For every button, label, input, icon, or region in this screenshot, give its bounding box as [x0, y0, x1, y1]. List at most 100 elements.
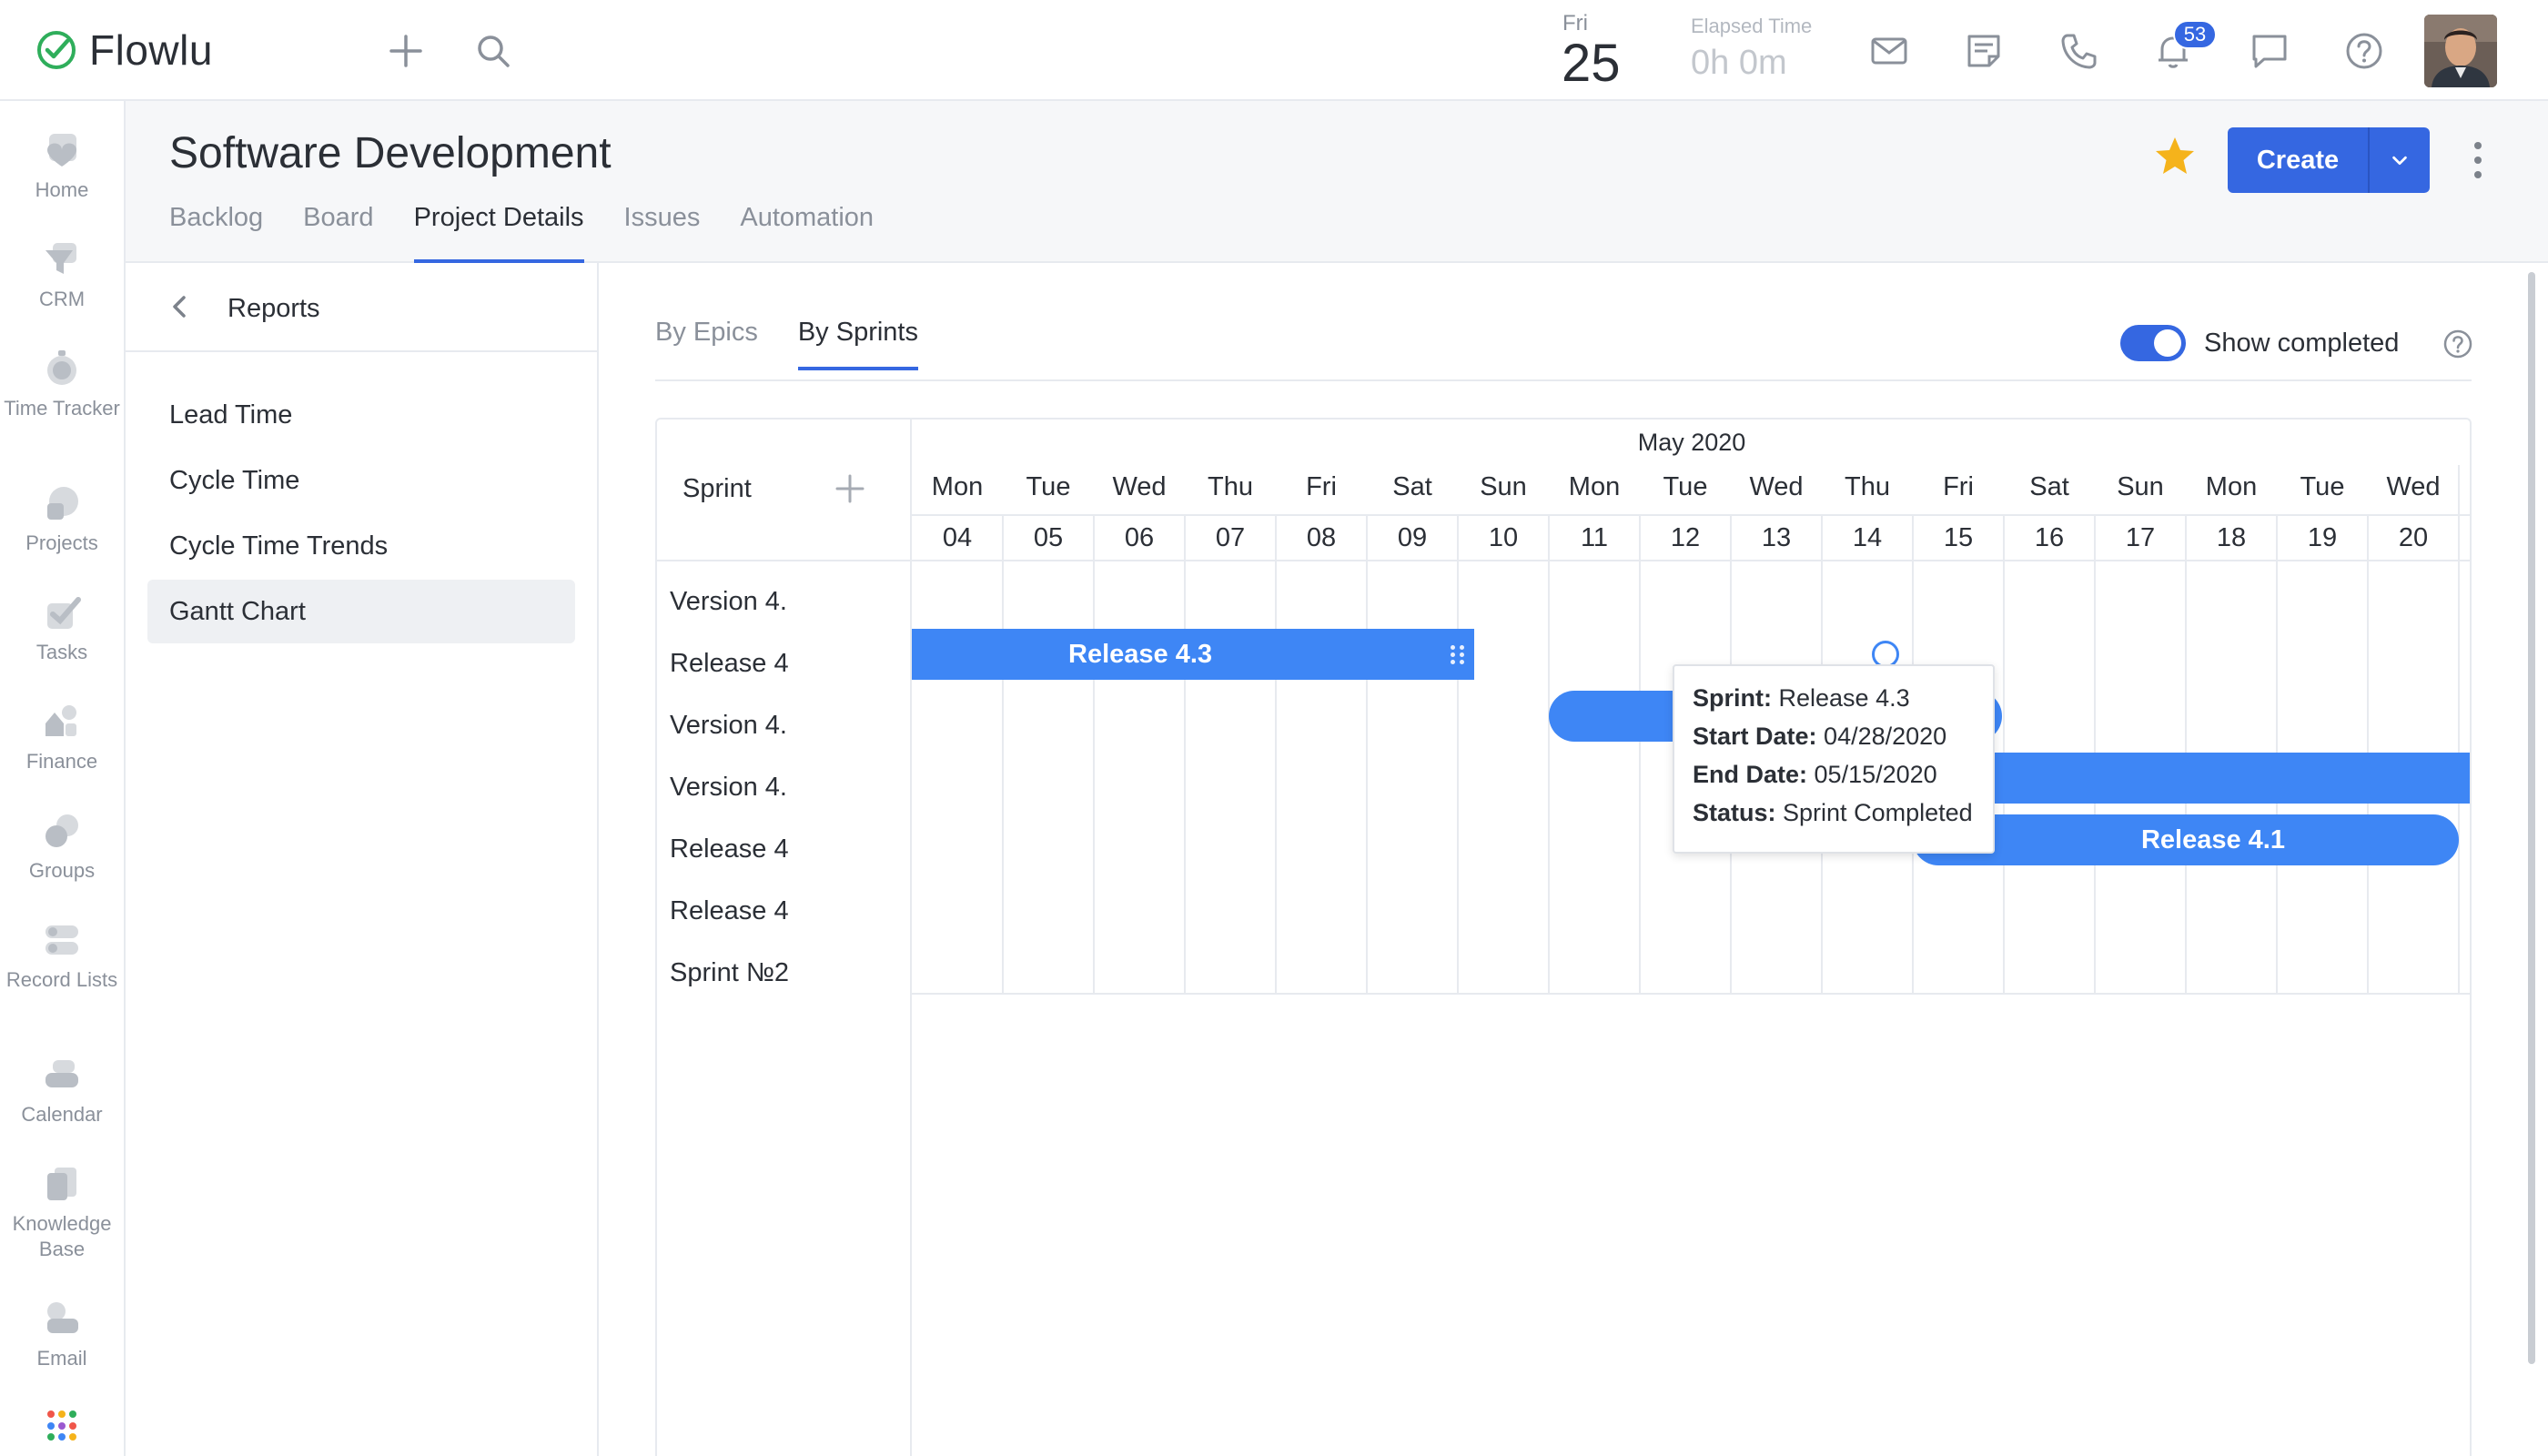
reports-header: Reports	[126, 263, 597, 352]
report-cycle-time-trends[interactable]: Cycle Time Trends	[147, 514, 575, 578]
gantt-bar-version-b[interactable]	[1913, 753, 2470, 804]
nav-item-home[interactable]: Home	[0, 128, 124, 203]
sprint-column: Sprint Version 4. Release 4 Version 4. V…	[657, 420, 912, 1456]
day-number: 19	[2307, 523, 2338, 552]
grid-line	[1457, 560, 1459, 995]
tab-by-sprints[interactable]: By Sprints	[797, 318, 919, 370]
user-photo-icon	[2424, 15, 2497, 87]
day-name: Mon	[931, 472, 984, 501]
tooltip-status-value: Sprint Completed	[1783, 799, 1973, 826]
finance-icon	[46, 705, 76, 736]
grid-bottom-line	[912, 993, 2470, 995]
elapsed-time-label: Elapsed Time	[1691, 15, 1813, 37]
tab-automation[interactable]: Automation	[740, 203, 874, 263]
day-name: Wed	[2386, 472, 2441, 501]
tooltip-start-value: 04/28/2020	[1824, 723, 1947, 750]
report-gantt-chart[interactable]: Gantt Chart	[147, 580, 575, 643]
show-completed-label: Show completed	[2204, 329, 2400, 358]
gantt-bar-release-4-3[interactable]: Release 4.3	[912, 629, 1474, 680]
sprint-header-label: Sprint	[682, 474, 752, 503]
phone-icon	[2061, 34, 2097, 69]
drag-handle-icon[interactable]	[1451, 638, 1465, 671]
help-icon[interactable]	[2442, 329, 2473, 359]
gantt-bar-release-4-1[interactable]: Release 4.1	[1913, 814, 2459, 865]
tooltip-start-key: Start Date:	[1693, 723, 1817, 750]
day-name: Tue	[1663, 472, 1708, 501]
chevron-left-icon[interactable]	[164, 290, 197, 323]
elapsed-time-value[interactable]: 0h 0m	[1691, 44, 1787, 83]
day-name: Thu	[1208, 472, 1253, 501]
knowledge-base-icon	[47, 1168, 76, 1200]
search-icon	[478, 35, 510, 67]
sprint-row-label[interactable]: Version 4.	[670, 711, 797, 747]
tab-by-epics[interactable]: By Epics	[655, 318, 758, 370]
nav-item-finance[interactable]: Finance	[0, 700, 124, 774]
nav-item-calendar[interactable]: Calendar	[0, 1053, 124, 1127]
nav-item-tasks[interactable]: Tasks	[0, 591, 124, 665]
create-button[interactable]: Create	[2228, 127, 2368, 193]
sprint-row-label[interactable]: Release 4	[670, 896, 797, 933]
more-options-button[interactable]	[2466, 138, 2490, 182]
day-number: 07	[1215, 523, 1246, 552]
tab-board[interactable]: Board	[303, 203, 373, 263]
day-number: 11	[1580, 523, 1609, 552]
chat-icon	[2252, 35, 2287, 68]
sprint-row-label[interactable]: Release 4	[670, 834, 797, 871]
sprint-row-label[interactable]: Sprint №2	[670, 958, 797, 995]
show-completed-toggle[interactable]	[2120, 325, 2186, 361]
notes-button[interactable]	[1964, 31, 2004, 71]
groups-icon	[46, 814, 78, 847]
chat-button[interactable]	[2250, 31, 2290, 71]
phone-button[interactable]	[2058, 31, 2098, 71]
nav-label: Tasks	[35, 641, 88, 663]
report-cycle-time[interactable]: Cycle Time	[147, 449, 575, 512]
day-name: Wed	[1749, 472, 1804, 501]
sprint-row-label[interactable]: Version 4.	[670, 773, 797, 809]
notes-icon	[1967, 35, 2000, 67]
brand-name: Flowlu	[89, 26, 213, 74]
search-button[interactable]	[473, 31, 513, 71]
day-name: Mon	[2205, 472, 2258, 501]
tab-issues[interactable]: Issues	[624, 203, 701, 263]
tooltip-end-key: End Date:	[1693, 761, 1808, 788]
logo[interactable]: Flowlu	[35, 26, 213, 74]
user-avatar[interactable]	[2424, 15, 2497, 87]
grid-line	[1275, 560, 1277, 995]
date-number[interactable]: 25	[1562, 33, 1621, 94]
nav-item-projects[interactable]: Projects	[0, 481, 124, 556]
nav-item-time-tracker[interactable]: Time Tracker	[0, 347, 124, 421]
tab-backlog[interactable]: Backlog	[169, 203, 263, 263]
sprint-row-label[interactable]: Version 4.	[670, 587, 797, 623]
favorite-button[interactable]	[2153, 135, 2197, 183]
tab-project-details[interactable]: Project Details	[413, 203, 584, 263]
day-name: Fri	[1306, 472, 1337, 501]
bar-label: Release 4.3	[1068, 639, 1213, 669]
nav-item-groups[interactable]: Groups	[0, 809, 124, 884]
day-number: 17	[2125, 523, 2156, 552]
gantt-timeline: Wed 20 Tue 19 Mon 18 Sun 17 Sat 16 Fri 15 Thu 14 Wed 13…	[912, 420, 2470, 1456]
day-number: 04	[942, 523, 973, 552]
day-number: 14	[1852, 523, 1883, 552]
day-name: Sun	[2117, 472, 2164, 501]
add-sprint-icon[interactable]	[832, 470, 868, 507]
vertical-scrollbar[interactable]	[2528, 272, 2535, 1364]
sprint-row-label[interactable]: Release 4	[670, 649, 797, 685]
create-dropdown-button[interactable]	[2368, 127, 2430, 193]
nav-item-knowledge-base[interactable]: Knowledge Base	[0, 1162, 124, 1262]
day-number: 09	[1397, 523, 1428, 552]
crm-icon	[46, 243, 76, 274]
day-number: 08	[1306, 523, 1337, 552]
nav-item-email[interactable]: Email	[0, 1297, 124, 1371]
nav-item-crm[interactable]: CRM	[0, 238, 124, 312]
nav-label: Home	[35, 178, 89, 201]
header-bottom-divider	[912, 560, 2470, 561]
nav-item-record-lists[interactable]: Record Lists	[0, 918, 124, 993]
help-button[interactable]	[2344, 31, 2384, 71]
apps-grid-button[interactable]	[47, 1410, 78, 1441]
tabs-divider	[655, 379, 2472, 381]
add-button[interactable]	[386, 31, 426, 71]
day-number: 18	[2216, 523, 2247, 552]
report-lead-time[interactable]: Lead Time	[147, 383, 575, 447]
tooltip-sprint-line: Sprint: Release 4.3	[1693, 679, 1975, 717]
mail-button[interactable]	[1869, 31, 1909, 71]
